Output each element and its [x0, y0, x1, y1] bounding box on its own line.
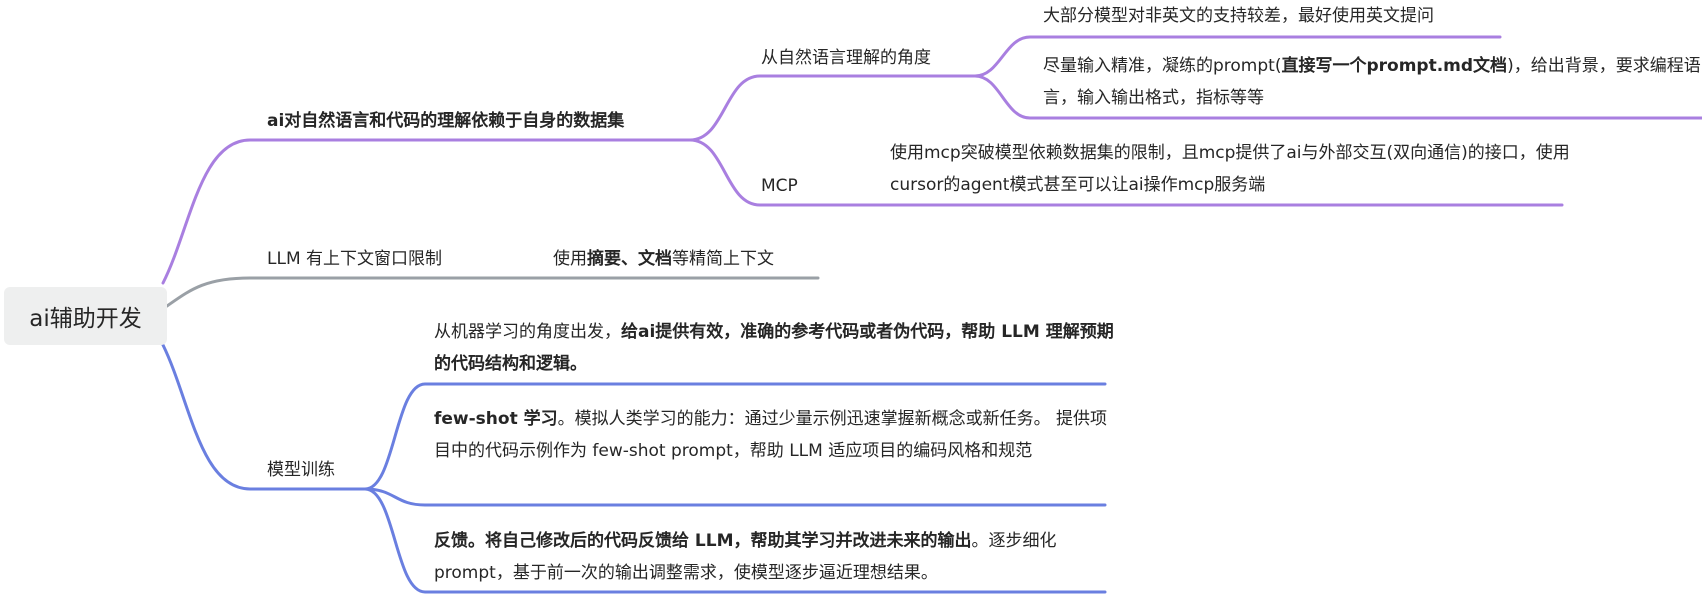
leaf-few-shot[interactable]: few-shot 学习。模拟人类学习的能力：通过少量示例迅速掌握新概念或新任务。… — [434, 403, 1114, 467]
leaf-few-shot-bold: few-shot 学习 — [434, 409, 558, 429]
node-mcp[interactable]: MCP — [761, 170, 798, 202]
leaf-non-english-text: 大部分模型对非英文的支持较差，最好使用英文提问 — [1043, 6, 1434, 26]
mcp-label: MCP — [761, 176, 798, 196]
branch-node-llm-context[interactable]: LLM 有上下文窗口限制 — [267, 243, 442, 275]
branch-dataset-label: ai对自然语言和代码的理解依赖于自身的数据集 — [267, 111, 625, 131]
branch-llm-label: LLM 有上下文窗口限制 — [267, 249, 443, 269]
leaf-summary[interactable]: 使用摘要、文档等精简上下文 — [553, 243, 774, 275]
leaf-mcp-text: 使用mcp突破模型依赖数据集的限制，且mcp提供了ai与外部交互(双向通信)的接… — [890, 143, 1570, 195]
leaf-feedback-bold: 反馈。将自己修改后的代码反馈给 LLM，帮助其学习并改进未来的输出 — [434, 531, 972, 551]
branch-node-dataset[interactable]: ai对自然语言和代码的理解依赖于自身的数据集 — [267, 105, 624, 137]
link-root-llm — [165, 276, 820, 308]
leaf-precise-prompt-p1: 尽量输入精准，凝练的prompt( — [1043, 56, 1282, 76]
natural-language-label: 从自然语言理解的角度 — [761, 48, 931, 68]
leaf-mcp[interactable]: 使用mcp突破模型依赖数据集的限制，且mcp提供了ai与外部交互(双向通信)的接… — [890, 137, 1570, 201]
branch-node-model-training[interactable]: 模型训练 — [267, 454, 335, 486]
mindmap-canvas: ai辅助开发 ai对自然语言和代码的理解依赖于自身的数据集 从自然语言理解的角度… — [0, 0, 1702, 610]
link-train-leaf2 — [363, 487, 1107, 507]
leaf-summary-p1: 使用 — [553, 249, 587, 269]
link-data-nl — [688, 74, 977, 142]
leaf-precise-prompt-bold: 直接写一个prompt.md文档 — [1281, 56, 1508, 76]
leaf-precise-prompt[interactable]: 尽量输入精准，凝练的prompt(直接写一个prompt.md文档)，给出背景，… — [1043, 50, 1702, 114]
leaf-reference-code[interactable]: 从机器学习的角度出发，给ai提供有效，准确的参考代码或者伪代码，帮助 LLM 理… — [434, 316, 1114, 380]
leaf-non-english[interactable]: 大部分模型对非英文的支持较差，最好使用英文提问 — [1043, 0, 1434, 32]
root-label: ai辅助开发 — [29, 306, 142, 332]
leaf-feedback[interactable]: 反馈。将自己修改后的代码反馈给 LLM，帮助其学习并改进未来的输出。逐步细化 p… — [434, 525, 1114, 589]
leaf-reference-code-p1: 从机器学习的角度出发， — [434, 322, 621, 342]
node-natural-language[interactable]: 从自然语言理解的角度 — [761, 42, 931, 74]
root-node[interactable]: ai辅助开发 — [4, 287, 167, 345]
branch-train-label: 模型训练 — [267, 460, 335, 480]
leaf-summary-p2: 等精简上下文 — [672, 249, 774, 269]
leaf-summary-bold: 摘要、文档 — [587, 249, 672, 269]
